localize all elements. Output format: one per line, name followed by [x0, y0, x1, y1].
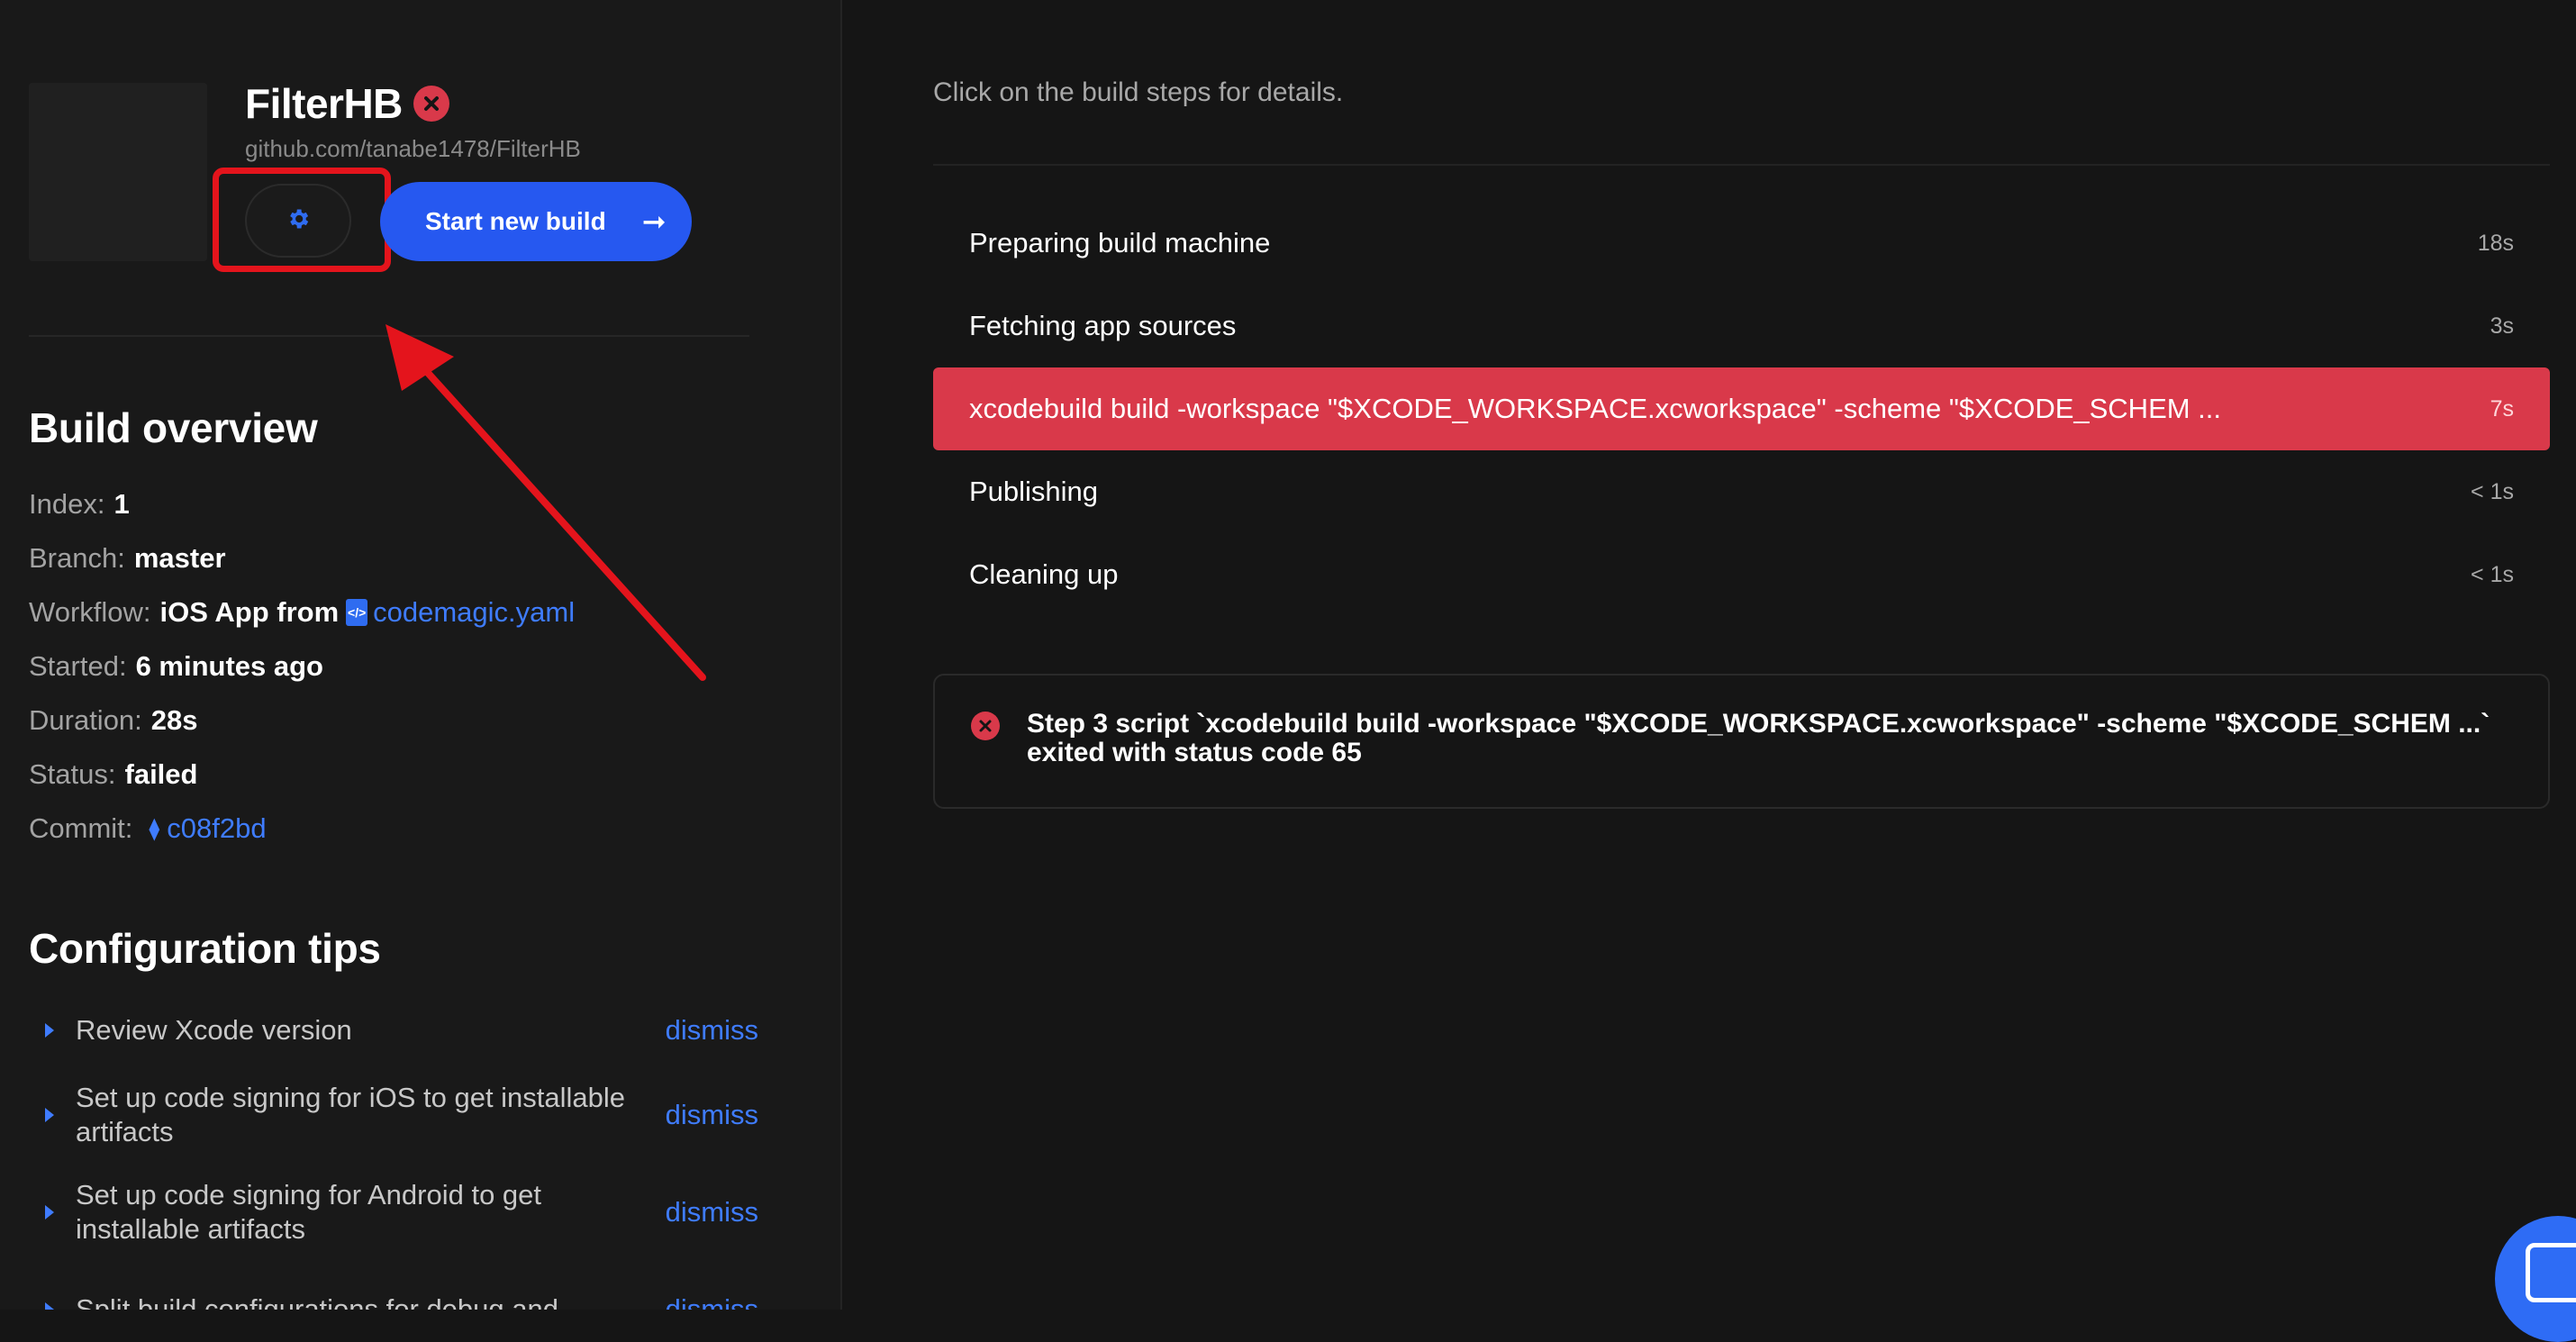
step-label: xcodebuild build -workspace "$XCODE_WORK… [969, 393, 2222, 424]
error-message-box: Step 3 script `xcodebuild build -workspa… [933, 674, 2550, 809]
start-new-build-button[interactable]: Start new build ➞ [380, 182, 692, 261]
branch-value: master [133, 542, 226, 574]
dismiss-link[interactable]: dismiss [666, 1013, 758, 1047]
tip-item[interactable]: Set up code signing for iOS to get insta… [29, 1066, 758, 1164]
tip-text: Split build configurations for debug and [76, 1293, 558, 1310]
overview-started: Started: 6 minutes ago [29, 639, 575, 694]
workflow-file-link[interactable]: codemagic.yaml [373, 596, 575, 629]
started-label: Started: [29, 650, 127, 682]
build-step[interactable]: Fetching app sources 3s [933, 285, 2550, 367]
caret-right-icon [45, 1302, 54, 1310]
error-message: Step 3 script `xcodebuild build -workspa… [1027, 709, 2490, 767]
build-step[interactable]: Preparing build machine 18s [933, 202, 2550, 285]
tip-item[interactable]: Set up code signing for Android to get i… [29, 1164, 758, 1261]
step-duration: 18s [2477, 230, 2514, 256]
configuration-tips-list: Review Xcode version dismiss Set up code… [29, 994, 758, 1310]
overview-commit: Commit: ⧫ c08f2bd [29, 802, 575, 856]
step-label: Fetching app sources [969, 310, 1237, 341]
status-value: failed [124, 758, 198, 790]
step-duration: 7s [2490, 395, 2514, 422]
branch-label: Branch: [29, 542, 125, 574]
build-step-failed[interactable]: xcodebuild build -workspace "$XCODE_WORK… [933, 367, 2550, 450]
tip-text: Review Xcode version [76, 1014, 352, 1046]
close-circle-icon [971, 712, 1000, 740]
overview-status: Status: failed [29, 748, 575, 802]
build-steps-panel: Click on the build steps for details. Pr… [842, 0, 2576, 1310]
highlight-box [213, 168, 391, 272]
caret-right-icon [45, 1023, 54, 1038]
dismiss-link[interactable]: dismiss [666, 1292, 758, 1310]
step-duration: < 1s [2471, 478, 2514, 504]
tip-item[interactable]: Split build configurations for debug and… [29, 1261, 758, 1310]
start-new-build-label: Start new build [425, 207, 606, 235]
build-overview-list: Index: 1 Branch: master Workflow: iOS Ap… [29, 477, 575, 856]
workflow-value: iOS App from [159, 596, 340, 628]
chat-icon [2526, 1243, 2576, 1302]
build-overview-title: Build overview [29, 404, 318, 451]
app-icon [29, 83, 207, 261]
divider [933, 164, 2550, 166]
app-repo-url: github.com/tanabe1478/FilterHB [245, 135, 581, 162]
arrow-right-icon: ➞ [641, 205, 667, 238]
step-duration: 3s [2490, 313, 2514, 339]
sidebar: FilterHB github.com/tanabe1478/FilterHB … [0, 0, 842, 1310]
dismiss-link[interactable]: dismiss [666, 1195, 758, 1229]
build-step[interactable]: Cleaning up < 1s [933, 533, 2550, 616]
duration-value: 28s [150, 704, 198, 736]
caret-right-icon [45, 1108, 54, 1122]
duration-label: Duration: [29, 704, 142, 736]
close-circle-icon [413, 86, 449, 122]
build-steps-list: Preparing build machine 18s Fetching app… [933, 202, 2550, 616]
commit-link[interactable]: c08f2bd [167, 812, 266, 845]
configuration-tips-title: Configuration tips [29, 925, 381, 972]
dismiss-link[interactable]: dismiss [666, 1098, 758, 1132]
step-label: Cleaning up [969, 558, 1119, 590]
overview-duration: Duration: 28s [29, 694, 575, 748]
commit-icon: ⧫ [149, 816, 160, 841]
index-label: Index: [29, 488, 105, 520]
app-header: FilterHB [245, 79, 449, 128]
app-title: FilterHB [245, 80, 403, 127]
commit-label: Commit: [29, 812, 133, 844]
steps-hint: Click on the build steps for details. [933, 77, 1344, 107]
step-label: Preparing build machine [969, 227, 1271, 258]
tip-item[interactable]: Review Xcode version dismiss [29, 994, 758, 1066]
tip-text: Set up code signing for iOS to get insta… [76, 1082, 626, 1147]
tip-text: Set up code signing for Android to get i… [76, 1179, 542, 1245]
started-value: 6 minutes ago [135, 650, 323, 682]
caret-right-icon [45, 1205, 54, 1220]
step-duration: < 1s [2471, 561, 2514, 587]
overview-index: Index: 1 [29, 477, 575, 531]
overview-workflow: Workflow: iOS App from </> codemagic.yam… [29, 585, 575, 639]
workflow-label: Workflow: [29, 596, 151, 628]
overview-branch: Branch: master [29, 531, 575, 585]
status-label: Status: [29, 758, 116, 790]
divider [29, 335, 749, 337]
index-value: 1 [113, 488, 130, 520]
step-label: Publishing [969, 476, 1099, 507]
build-step[interactable]: Publishing < 1s [933, 450, 2550, 533]
code-file-icon: </> [346, 599, 368, 626]
